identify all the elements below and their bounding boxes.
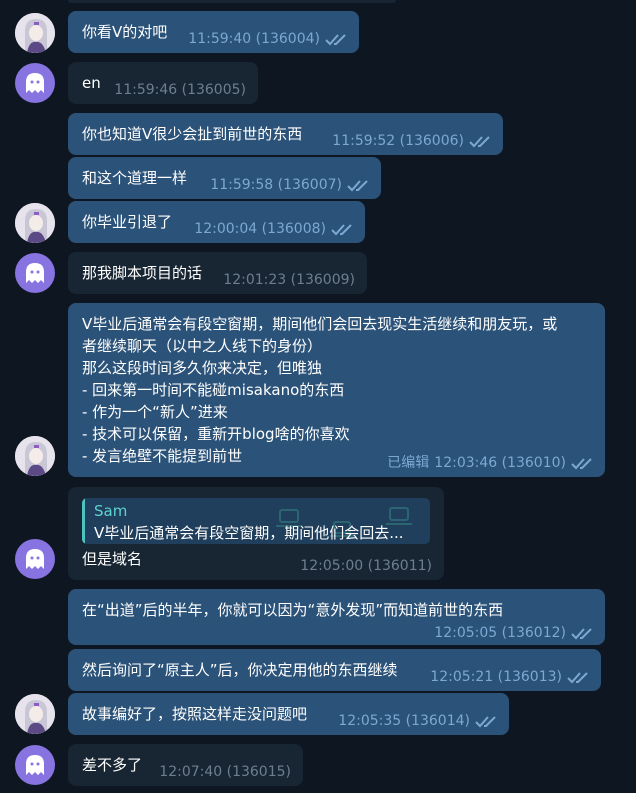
character-avatar-icon [15,436,55,476]
message-bubble[interactable]: V毕业后通常会有段空窗期，期间他们会回去现实生活继续和朋友玩，或 者继续聊天（以… [68,303,605,477]
double-check-icon [475,716,496,728]
reply-sender-name: Sam [94,502,128,520]
message-bubble[interactable]: 你也知道V很少会扯到前世的东西 11:59:52 (136006) [68,113,503,155]
contact-avatar[interactable] [15,539,55,579]
contact-avatar[interactable] [15,63,55,103]
message-text: 和这个道理一样 [82,169,188,187]
message-text: 在“出道”后的半年，你就可以因为“意外发现”而知道前世的东西 [82,601,504,619]
double-check-icon [325,34,346,46]
message-meta: 12:01:23 (136009) [223,269,355,291]
message-meta: 11:59:58 (136007) [210,174,371,196]
message-text: 你看V的对吧 [82,23,168,41]
ghost-icon [26,263,44,283]
message-time: 11:59:46 (136005) [114,82,246,98]
contact-avatar[interactable] [15,253,55,293]
message-time: 12:05:00 (136011) [300,558,432,574]
message-meta: 11:59:52 (136006) [332,130,493,152]
message-bubble[interactable]: 然后询问了“原主人”后，你决定用他的东西继续 12:05:21 (136013) [68,649,601,691]
message-time: 12:01:23 (136009) [223,272,355,288]
message-meta: 12:05:35 (136014) [338,710,499,732]
message-bubble[interactable]: 故事编好了，按照这样走没问题吧 12:05:35 (136014) [68,693,509,735]
double-check-icon [347,180,368,192]
message-time: 11:59:58 (136007) [210,177,342,193]
ghost-icon [26,755,44,775]
message-text: 差不多了 [82,756,143,774]
message-time: 12:07:40 (136015) [159,764,291,780]
message-time: 11:59:40 (136004) [188,31,320,47]
double-check-icon [469,136,490,148]
message-meta: 12:00:04 (136008) [194,218,355,240]
message-bubble[interactable]: 那我脚本项目的话 12:01:23 (136009) [68,252,367,294]
message-text: 但是域名 [82,550,143,568]
chat-history[interactable]: 你看V的对吧 11:59:40 (136004) en 11:59:46 (13… [0,0,636,793]
message-time: 12:05:35 (136014) [338,713,470,729]
message-bubble[interactable]: 你看V的对吧 11:59:40 (136004) [68,11,359,53]
message-text: 那我脚本项目的话 [82,264,203,282]
edited-label: 已编辑 [387,455,430,471]
my-avatar[interactable] [15,203,55,243]
message-text: V毕业后通常会有段空窗期，期间他们会回去现实生活继续和朋友玩，或 者继续聊天（以… [82,315,558,465]
message-text: 然后询问了“原主人”后，你决定用他的东西继续 [82,661,398,679]
message-time: 12:00:04 (136008) [194,221,326,237]
message-meta: 12:07:40 (136015) [159,761,291,783]
message-meta: 11:59:40 (136004) [188,28,349,50]
message-bubble[interactable]: Sam V毕业后通常会有段空窗期，期间他们会回去... 但是域名 12:05:0… [68,487,444,580]
message-bubble[interactable]: 和这个道理一样 11:59:58 (136007) [68,157,381,199]
double-check-icon [331,224,352,236]
message-time: 12:05:05 (136012) [434,625,566,641]
message-bubble[interactable]: en 11:59:46 (136005) [68,62,258,104]
contact-avatar[interactable] [15,745,55,785]
my-avatar[interactable] [15,694,55,734]
message-text: 故事编好了，按照这样走没问题吧 [82,705,308,723]
message-time: 11:59:52 (136006) [332,133,464,149]
reply-snippet: V毕业后通常会有段空窗期，期间他们会回去... [94,524,404,542]
character-avatar-icon [15,13,55,53]
message-text: 你也知道V很少会扯到前世的东西 [82,125,303,143]
my-avatar[interactable] [15,13,55,53]
message-text: en [82,74,101,92]
reply-quote[interactable]: Sam V毕业后通常会有段空窗期，期间他们会回去... [82,498,430,544]
double-check-icon [571,628,592,640]
message-meta: 已编辑 12:03:46 (136010) [387,452,595,474]
message-bubble[interactable]: 差不多了 12:07:40 (136015) [68,744,303,786]
character-avatar-icon [15,694,55,734]
message-bubble[interactable]: 在“出道”后的半年，你就可以因为“意外发现”而知道前世的东西 12:05:05 … [68,589,605,645]
message-time: 12:03:46 (136010) [434,455,566,471]
message-meta: 11:59:46 (136005) [114,79,246,101]
ghost-icon [26,73,44,93]
message-time: 12:05:21 (136013) [430,669,562,685]
message-meta: 12:05:21 (136013) [430,666,591,688]
double-check-icon [571,458,592,470]
character-avatar-icon [15,203,55,243]
my-avatar[interactable] [15,436,55,476]
message-meta: 12:05:00 (136011) [300,555,432,577]
message-meta: 12:05:05 (136012) [434,622,595,644]
reply-accent-bar [82,498,85,544]
message-bubble[interactable]: 你毕业引退了 12:00:04 (136008) [68,201,365,243]
double-check-icon [567,672,588,684]
message-text: 你毕业引退了 [82,213,173,231]
previous-message-edge [68,0,396,3]
ghost-icon [26,549,44,569]
